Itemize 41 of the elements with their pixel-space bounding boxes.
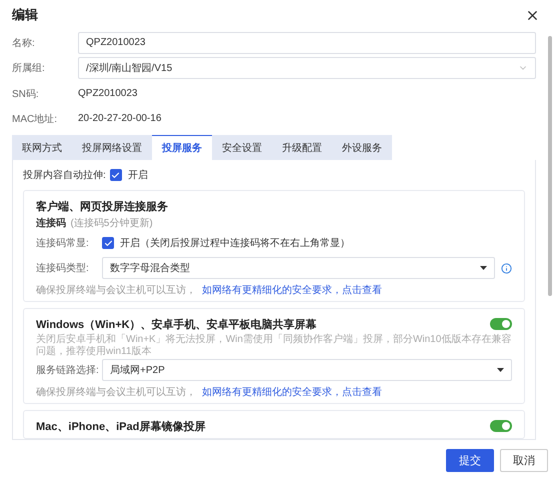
- card-title: Windows（Win+K）、安卓手机、安卓平板电脑共享屏幕: [36, 318, 317, 332]
- info-icon[interactable]: [501, 262, 512, 274]
- field-label: 所属组:: [12, 62, 46, 75]
- name-field[interactable]: QPZ2010023: [78, 32, 536, 54]
- tab[interactable]: 安全设置: [212, 135, 272, 160]
- description: 关闭后安卓手机和「Win+K」将无法投屏，Win需使用「同频协作客户端」投屏，部分Win10低版本存在兼容问题，推荐使用win11版本: [36, 334, 512, 357]
- field-label: 服务链路选择:: [36, 364, 100, 377]
- submit-button[interactable]: 提交: [446, 448, 494, 472]
- field-value: 20-20-27-20-00-16: [78, 113, 162, 124]
- security-link[interactable]: 如网络有更精细化的安全要求，点击查看: [202, 282, 382, 296]
- tab[interactable]: 升级配置: [272, 135, 332, 160]
- field-label: 投屏内容自动拉伸:: [23, 168, 106, 182]
- field-label: 连接码类型:: [36, 262, 90, 275]
- field-value: QPZ2010023: [78, 88, 138, 99]
- field-label: 名称:: [12, 36, 36, 50]
- subtitle-note: (连接码5分钟更新): [70, 216, 153, 230]
- option-label: 开启: [128, 168, 148, 182]
- code-type-select[interactable]: 数字字母混合类型: [102, 257, 495, 279]
- note-text: 确保投屏终端与会议主机可以互访，: [36, 284, 196, 296]
- caret-icon: [480, 266, 487, 270]
- tab[interactable]: 外设服务: [332, 135, 392, 160]
- option-label: 开启（关闭后投屏过程中连接码将不在右上角常显）: [120, 236, 350, 250]
- checkbox[interactable]: [110, 169, 122, 181]
- toggle-switch[interactable]: [490, 420, 512, 432]
- tab[interactable]: 投屏网络设置: [72, 135, 152, 160]
- subtitle: 连接码: [36, 216, 66, 230]
- field-label: 连接码常显:: [36, 236, 90, 250]
- security-link[interactable]: 如网络有更精细化的安全要求，点击查看: [202, 384, 382, 398]
- toggle-switch[interactable]: [490, 318, 512, 330]
- route-select[interactable]: 局域网+P2P: [102, 359, 512, 381]
- cancel-button[interactable]: 取消: [500, 448, 548, 472]
- group-select[interactable]: /深圳/南山智园/V15: [78, 57, 536, 79]
- card-title: Mac、iPhone、iPad屏幕镜像投屏: [36, 420, 206, 434]
- dialog-title: 编辑: [12, 6, 38, 24]
- field-label: SN码:: [12, 88, 40, 100]
- caret-icon: [497, 368, 504, 372]
- field-label: MAC地址:: [12, 112, 58, 126]
- note-text: 确保投屏终端与会议主机可以互访，: [36, 386, 196, 398]
- checkbox[interactable]: [102, 237, 114, 249]
- card-title: 客户端、网页投屏连接服务: [36, 200, 168, 214]
- tab[interactable]: 联网方式: [12, 135, 72, 160]
